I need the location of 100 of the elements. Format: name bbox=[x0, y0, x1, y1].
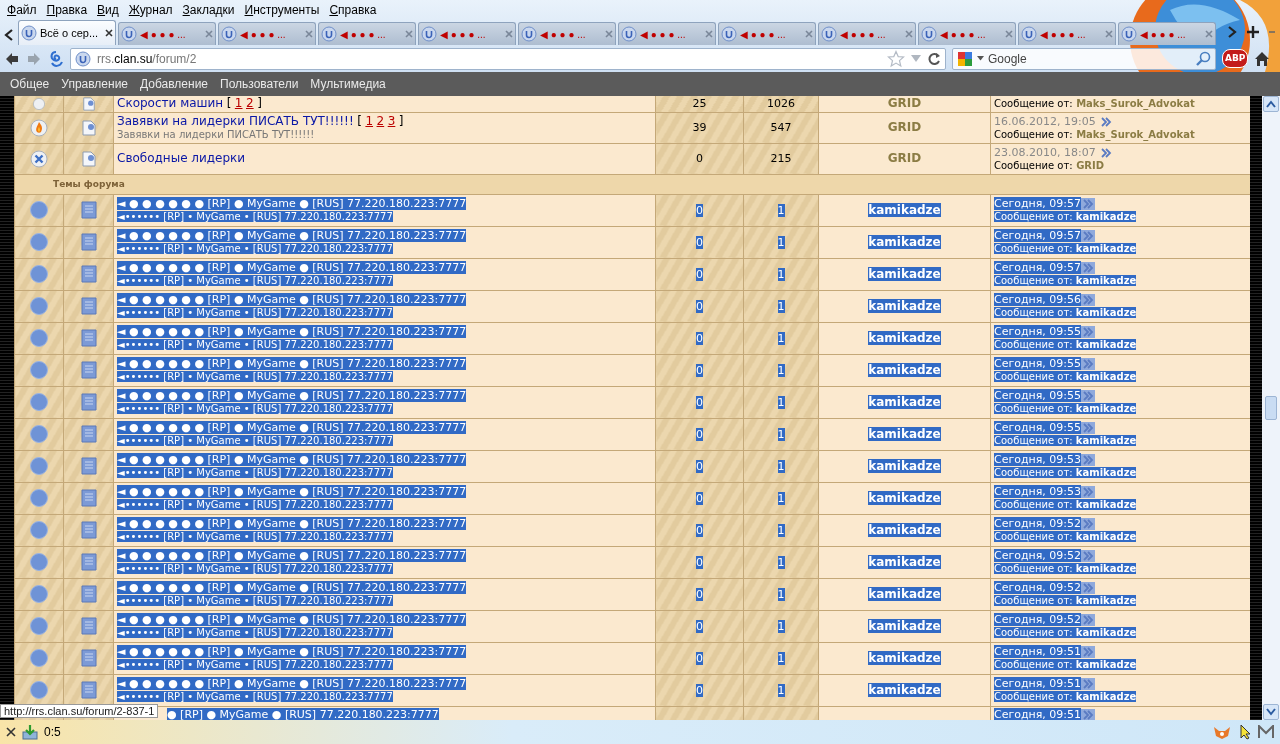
home-icon[interactable] bbox=[1254, 50, 1271, 67]
star-icon[interactable] bbox=[887, 49, 905, 68]
author-name[interactable]: kamikadze bbox=[868, 458, 941, 473]
double-chevron-icon[interactable] bbox=[1081, 326, 1096, 338]
topic-link[interactable]: ◄ ● ● ● ● ● ● [RP] ● MyGame ● [RUS] 77.220.180.223:7777 bbox=[117, 261, 467, 274]
last-poster-name[interactable]: Maks_Surok_Advokat bbox=[1076, 128, 1195, 140]
topic-link[interactable]: ◄ ● ● ● ● ● ● [RP] ● MyGame ● [RUS] 77.220.180.223:7777 bbox=[117, 421, 467, 434]
double-chevron-icon[interactable] bbox=[1081, 390, 1096, 402]
page-link[interactable]: 1 bbox=[365, 113, 374, 128]
last-poster-name[interactable]: Maks_Surok_Advokat bbox=[1076, 98, 1195, 110]
double-chevron-icon[interactable] bbox=[1081, 678, 1096, 690]
url-text[interactable]: rrs.clan.su/forum/2 bbox=[97, 49, 197, 68]
double-chevron-icon[interactable] bbox=[1081, 294, 1096, 306]
download-tray-icon[interactable] bbox=[22, 724, 38, 740]
browser-tab[interactable]: ◀ ● ● ● ... bbox=[918, 22, 1016, 45]
browser-tab[interactable]: ◀ ● ● ● ... bbox=[618, 22, 716, 45]
author-name[interactable]: kamikadze bbox=[868, 426, 941, 441]
search-field[interactable]: Google bbox=[952, 47, 1216, 70]
author-name[interactable]: kamikadze bbox=[868, 330, 941, 345]
topic-link[interactable]: ◄ ● ● ● ● ● ● [RP] ● MyGame ● [RUS] 77.220.180.223:7777 bbox=[117, 453, 467, 466]
author-name[interactable]: kamikadze bbox=[868, 362, 941, 377]
browser-tab[interactable]: ◀ ● ● ● ... bbox=[118, 22, 216, 45]
dropdown-triangle-icon[interactable] bbox=[911, 54, 921, 63]
swirl-icon[interactable] bbox=[48, 49, 64, 68]
topic-link[interactable]: ◄ ● ● ● ● ● ● [RP] ● MyGame ● [RUS] 77.220.180.223:7777 bbox=[117, 357, 467, 370]
search-input[interactable]: Google bbox=[988, 49, 1191, 68]
author-name[interactable]: kamikadze bbox=[868, 490, 941, 505]
topic-link[interactable]: ◄ ● ● ● ● ● ● [RP] ● MyGame ● [RUS] 77.220.180.223:7777 bbox=[117, 389, 467, 402]
topic-link[interactable]: ◄ ● ● ● ● ● ● [RP] ● MyGame ● [RUS] 77.220.180.223:7777 bbox=[117, 293, 467, 306]
page-link[interactable]: 1 bbox=[234, 96, 243, 111]
topic-link[interactable]: ◄ ● ● ● ● ● ● [RP] ● MyGame ● [RUS] 77.220.180.223:7777 bbox=[117, 197, 467, 210]
double-chevron-icon[interactable] bbox=[1081, 198, 1096, 210]
forum-link[interactable]: Скорости машин bbox=[117, 96, 224, 111]
author-name[interactable]: kamikadze bbox=[868, 682, 941, 697]
menu-item[interactable]: Закладки bbox=[177, 1, 240, 19]
plus-icon[interactable] bbox=[1246, 25, 1260, 39]
double-chevron-icon[interactable] bbox=[1081, 454, 1096, 466]
browser-tab[interactable]: ◀ ● ● ● ... bbox=[418, 22, 516, 45]
menu-link[interactable]: Управление bbox=[55, 75, 134, 93]
double-chevron-icon[interactable] bbox=[1099, 115, 1114, 128]
double-chevron-icon[interactable] bbox=[1081, 614, 1096, 626]
double-chevron-icon[interactable] bbox=[1081, 230, 1096, 242]
author-name[interactable]: kamikadze bbox=[868, 650, 941, 665]
forum-link[interactable]: Завявки на лидерки ПИСАТЬ ТУТ!!!!!! bbox=[117, 113, 354, 128]
last-poster-name[interactable]: GRID bbox=[1076, 159, 1105, 171]
menu-item[interactable]: Файл bbox=[2, 1, 42, 19]
author-name[interactable]: kamikadze bbox=[868, 618, 941, 633]
scroll-up-button[interactable] bbox=[1263, 96, 1279, 112]
browser-tab[interactable]: ◀ ● ● ● ... bbox=[218, 22, 316, 45]
author-name[interactable]: GRID bbox=[887, 96, 922, 111]
browser-tab[interactable]: ◀ ● ● ● ... bbox=[818, 22, 916, 45]
browser-tab[interactable]: ◀ ● ● ● ... bbox=[718, 22, 816, 45]
double-chevron-icon[interactable] bbox=[1081, 646, 1096, 658]
double-chevron-icon[interactable] bbox=[1081, 550, 1096, 562]
close-icon[interactable] bbox=[6, 727, 16, 737]
author-name[interactable]: kamikadze bbox=[868, 234, 941, 249]
author-name[interactable]: kamikadze bbox=[868, 522, 941, 537]
browser-tab[interactable]: ◀ ● ● ● ... bbox=[1018, 22, 1116, 45]
menu-item[interactable]: Вид bbox=[92, 1, 124, 19]
reload-icon[interactable] bbox=[927, 51, 941, 66]
author-name[interactable]: kamikadze bbox=[868, 586, 941, 601]
topic-link[interactable]: ◄ ● ● ● ● ● ● [RP] ● MyGame ● [RUS] 77.220.180.223:7777 bbox=[117, 325, 467, 338]
scrollbar-thumb[interactable] bbox=[1265, 396, 1277, 420]
author-name[interactable]: kamikadze bbox=[868, 298, 941, 313]
forum-link[interactable]: Свободные лидерки bbox=[117, 151, 246, 165]
double-chevron-icon[interactable] bbox=[1081, 486, 1096, 498]
topic-link[interactable]: ◄ ● ● ● ● ● ● [RP] ● MyGame ● [RUS] 77.220.180.223:7777 bbox=[117, 613, 467, 626]
topic-link[interactable]: ◄ ● ● ● ● ● ● [RP] ● MyGame ● [RUS] 77.220.180.223:7777 bbox=[117, 229, 467, 242]
menu-item[interactable]: Справка bbox=[324, 1, 382, 19]
menu-link[interactable]: Общее bbox=[4, 75, 56, 93]
colored-squares-icon[interactable] bbox=[957, 50, 973, 67]
double-chevron-icon[interactable] bbox=[1081, 582, 1096, 594]
topic-link[interactable]: ◄ ● ● ● ● ● ● [RP] ● MyGame ● [RUS] 77.220.180.223:7777 bbox=[117, 581, 467, 594]
menu-item[interactable]: Инструменты bbox=[239, 1, 325, 19]
browser-tab[interactable]: ◀ ● ● ● ... bbox=[518, 22, 616, 45]
double-chevron-icon[interactable] bbox=[1081, 422, 1096, 434]
author-name[interactable]: GRID bbox=[887, 120, 922, 134]
author-name[interactable]: kamikadze bbox=[868, 266, 941, 281]
browser-tab[interactable]: ◀ ● ● ● ... bbox=[1118, 22, 1216, 45]
address-field[interactable]: rrs.clan.su/forum/2 bbox=[70, 47, 946, 70]
double-chevron-icon[interactable] bbox=[1081, 262, 1096, 274]
caret-icon[interactable] bbox=[977, 56, 984, 61]
envelope-m-icon[interactable] bbox=[1258, 725, 1274, 739]
close-icon[interactable] bbox=[105, 29, 113, 37]
forward-arrow-icon[interactable] bbox=[26, 50, 42, 67]
cursor-arrow-icon[interactable] bbox=[1240, 724, 1252, 740]
double-chevron-icon[interactable] bbox=[1081, 358, 1096, 370]
double-chevron-icon[interactable] bbox=[1081, 708, 1096, 720]
double-chevron-icon[interactable] bbox=[1099, 146, 1114, 159]
author-name[interactable]: kamikadze bbox=[868, 202, 941, 217]
menu-link[interactable]: Мультимедиа bbox=[304, 75, 392, 93]
author-name[interactable]: kamikadze bbox=[868, 554, 941, 569]
page-link[interactable]: 2 bbox=[376, 113, 385, 128]
page-link[interactable]: 2 bbox=[246, 96, 254, 111]
author-name[interactable]: kamikadze bbox=[868, 394, 941, 409]
topic-link[interactable]: ◄ ● ● ● ● ● ● [RP] ● MyGame ● [RUS] 77.220.180.223:7777 bbox=[117, 645, 467, 658]
menu-item[interactable]: Журнал bbox=[123, 1, 178, 19]
browser-tab[interactable]: ◀ ● ● ● ... bbox=[318, 22, 416, 45]
menu-item[interactable]: Правка bbox=[41, 1, 93, 19]
topic-link[interactable]: ◄ ● ● ● ● ● ● [RP] ● MyGame ● [RUS] 77.220.180.223:7777 bbox=[117, 549, 467, 562]
